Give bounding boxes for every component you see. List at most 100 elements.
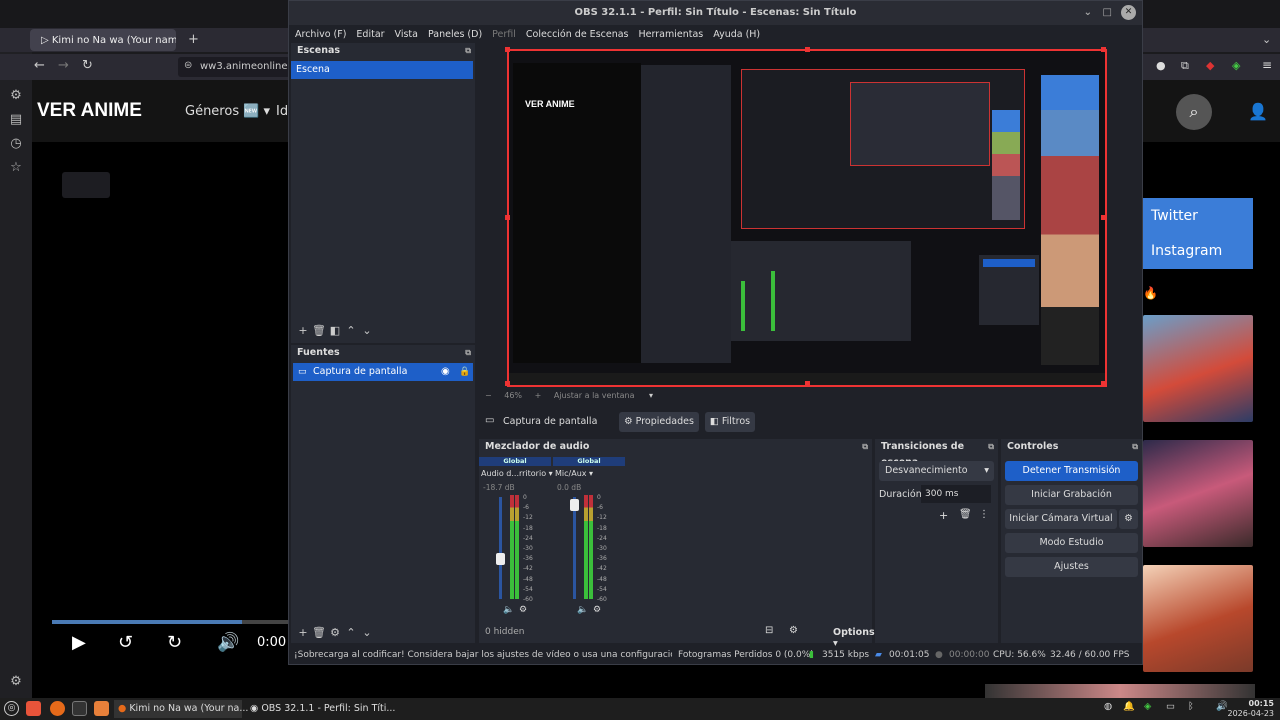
site-logo[interactable]: VER ANIME (37, 100, 142, 122)
transition-select[interactable]: Desvanecimiento ▾ (879, 461, 994, 481)
scene-item[interactable]: Escena (291, 61, 473, 79)
menu-editar[interactable]: Editar (356, 29, 384, 40)
channel-name[interactable]: Audio d...rritorio ▾ (481, 469, 553, 478)
twitter-link[interactable]: Twitter (1143, 198, 1253, 234)
taskbar-app-obs[interactable]: ◉ OBS 32.1.1 - Perfil: Sin Títi... (246, 700, 395, 718)
notification-icon[interactable]: 🔔 (1123, 701, 1135, 712)
network-icon[interactable]: ◍ (1104, 701, 1112, 712)
anime-thumbnail[interactable] (1143, 565, 1253, 672)
transform-handle[interactable] (805, 47, 810, 52)
program-preview[interactable]: VER ANIME (505, 47, 1107, 387)
layout-icon[interactable]: ⊟ (765, 625, 773, 636)
filters-button[interactable]: ◧ Filtros (705, 412, 755, 432)
transform-handle[interactable] (505, 47, 510, 52)
menu-coleccion[interactable]: Colección de Escenas (526, 29, 629, 40)
site-info-icon[interactable]: ⊜ (184, 60, 192, 71)
shield-icon[interactable]: ◈ (1144, 701, 1151, 712)
display-icon[interactable]: ▭ (1166, 701, 1175, 712)
extensions-icon[interactable]: ⧉ (1181, 59, 1189, 73)
studio-mode-button[interactable]: Modo Estudio (1005, 533, 1138, 553)
transform-handle[interactable] (805, 381, 810, 386)
gear-icon[interactable]: ⚙ (1119, 509, 1138, 529)
menu-perfil[interactable]: Perfil (492, 29, 516, 40)
maximize-icon[interactable]: □ (1103, 1, 1112, 25)
forward-10-icon[interactable]: ↻ (167, 632, 182, 653)
tab-list-chevron-icon[interactable]: ⌄ (1262, 33, 1271, 46)
site-search-icon[interactable]: ⌕ (1176, 94, 1212, 130)
nav-partial[interactable]: Id (276, 104, 288, 119)
anime-thumbnail[interactable] (1143, 440, 1253, 547)
undock-icon[interactable]: ⧉ (1132, 439, 1138, 455)
zoom-out-icon[interactable]: − (485, 391, 492, 400)
volume-slider-handle[interactable] (570, 499, 579, 511)
bookmark-icon[interactable]: ☆ (8, 160, 24, 176)
volume-icon[interactable]: 🔊 (1216, 701, 1228, 712)
ai-icon[interactable]: ⚙ (8, 88, 24, 104)
firefox-icon[interactable] (50, 701, 65, 716)
reload-icon[interactable]: ↻ (82, 58, 93, 73)
nav-generos[interactable]: Géneros 🆕 ▾ (185, 104, 270, 119)
add-icon[interactable]: + (939, 509, 948, 522)
advanced-audio-icon[interactable]: ⚙ (789, 625, 798, 636)
addon-icon[interactable]: ◆ (1206, 59, 1214, 72)
back-icon[interactable]: ← (34, 58, 45, 73)
volume-slider-track[interactable] (499, 497, 502, 599)
speaker-icon[interactable]: 🔈 (503, 605, 514, 615)
lock-icon[interactable]: 🔒 (459, 363, 470, 381)
speaker-icon[interactable]: 🔈 (577, 605, 588, 615)
undock-icon[interactable]: ⧉ (465, 345, 471, 361)
volume-slider-handle[interactable] (496, 553, 505, 565)
virtual-camera-button[interactable]: Iniciar Cámara Virtual (1005, 509, 1117, 529)
menu-herramientas[interactable]: Herramientas (639, 29, 704, 40)
transform-handle[interactable] (1101, 47, 1106, 52)
menu-ayuda[interactable]: Ayuda (H) (713, 29, 760, 40)
settings-icon[interactable]: ⚙ (519, 605, 527, 615)
duration-input[interactable]: 300 ms (921, 485, 991, 503)
transform-handle[interactable] (1101, 381, 1106, 386)
rewind-icon[interactable]: ↺ (118, 632, 133, 653)
taskbar-app-browser[interactable]: ● Kimi no Na wa (Your na... (114, 700, 248, 718)
eye-icon[interactable]: ◉ (441, 363, 450, 381)
up-icon[interactable]: ⌃ (343, 324, 359, 337)
channel-name[interactable]: Mic/Aux ▾ (555, 469, 625, 478)
start-recording-button[interactable]: Iniciar Grabación (1005, 485, 1138, 505)
fit-label[interactable]: Ajustar a la ventana (554, 391, 635, 400)
browser-tab[interactable]: ▷ Kimi no Na wa (Your nam ✕ (30, 29, 176, 51)
transform-handle[interactable] (1101, 215, 1106, 220)
transform-handle[interactable] (505, 215, 510, 220)
files-icon[interactable] (94, 701, 109, 716)
tab-list-icon[interactable]: ▤ (8, 112, 24, 128)
undock-icon[interactable]: ⧉ (988, 439, 994, 455)
stop-stream-button[interactable]: Detener Transmisión (1005, 461, 1138, 481)
trash-icon[interactable]: 🗑 (311, 626, 327, 639)
history-icon[interactable]: ◷ (8, 136, 24, 152)
more-icon[interactable]: ⋮ (979, 509, 989, 520)
instagram-link[interactable]: Instagram (1143, 233, 1253, 269)
user-icon[interactable]: 👤 (1248, 102, 1268, 121)
gear-icon[interactable]: ⚙ (327, 626, 343, 639)
menu-archivo[interactable]: Archivo (F) (295, 29, 346, 40)
shield-icon[interactable]: ◈ (1232, 59, 1240, 72)
close-icon[interactable]: ✕ (1121, 5, 1136, 20)
chevron-down-icon[interactable]: ▾ (649, 391, 653, 400)
trash-icon[interactable]: 🗑 (959, 509, 972, 520)
play-icon[interactable]: ▶ (72, 632, 86, 653)
menu-paneles[interactable]: Paneles (D) (428, 29, 482, 40)
filter-icon[interactable]: ◧ (327, 324, 343, 337)
add-icon[interactable]: + (295, 626, 311, 639)
undock-icon[interactable]: ⧉ (862, 439, 868, 455)
bluetooth-icon[interactable]: ᛒ (1188, 701, 1194, 712)
zoom-in-icon[interactable]: + (535, 391, 542, 400)
settings-icon[interactable]: ⚙ (593, 605, 601, 615)
menu-icon[interactable]: ◎ (4, 701, 19, 716)
down-icon[interactable]: ⌄ (359, 626, 375, 639)
new-tab-icon[interactable]: + (188, 32, 199, 47)
settings-icon[interactable]: ⚙ (8, 674, 24, 690)
url-bar[interactable]: ⊜ ww3.animeonline.ni (178, 57, 300, 77)
properties-button[interactable]: ⚙ Propiedades (619, 412, 699, 432)
minimize-icon[interactable]: ⌄ (1084, 1, 1092, 25)
menu-icon[interactable]: ≡ (1262, 58, 1272, 72)
app-launcher-icon[interactable] (26, 701, 41, 716)
volume-icon[interactable]: 🔊 (217, 632, 239, 653)
terminal-icon[interactable] (72, 701, 87, 716)
